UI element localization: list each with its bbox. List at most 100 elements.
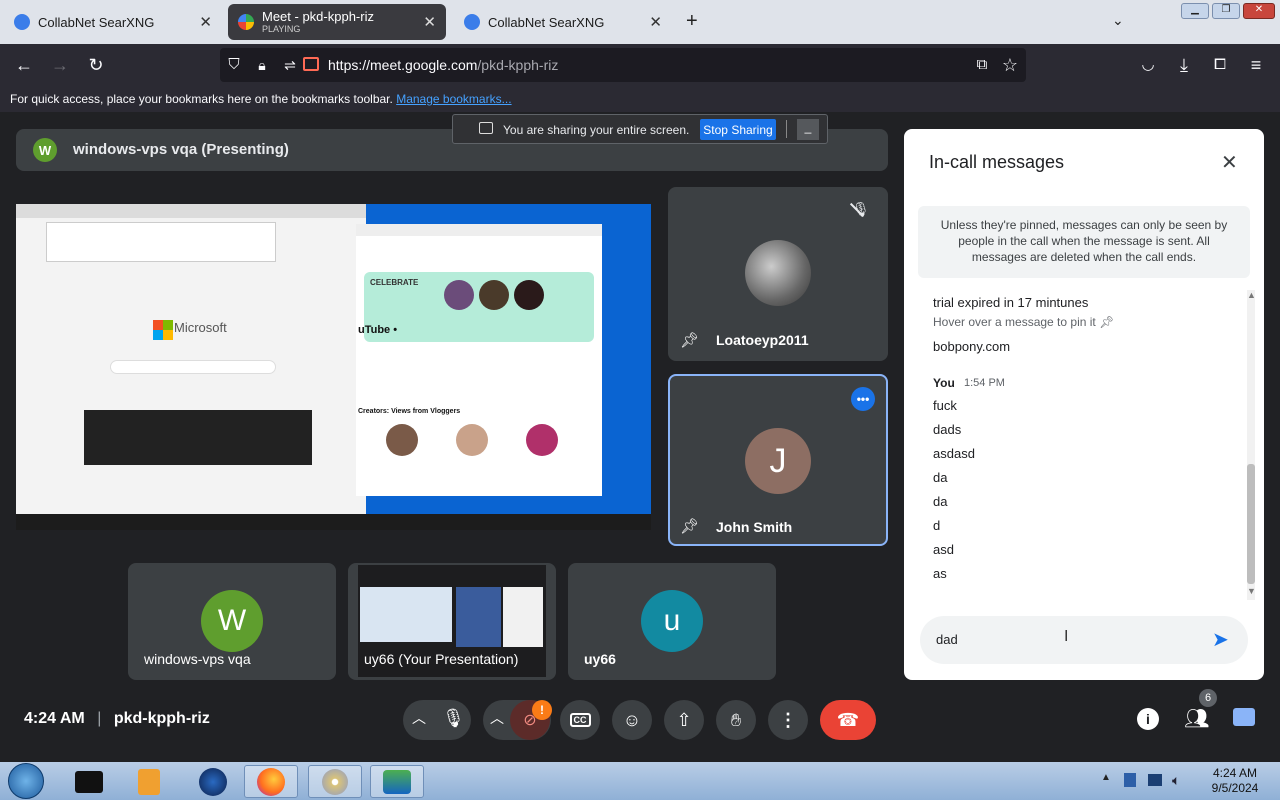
close-tab-icon[interactable]: ✕ <box>199 13 212 31</box>
participant-avatar: u <box>641 590 703 652</box>
taskbar-app-globe-icon[interactable] <box>186 765 240 798</box>
clock-time: 4:24 AM <box>1212 766 1258 780</box>
chat-title: In-call messages <box>929 152 1065 172</box>
taskbar-app-firefox-icon[interactable] <box>244 765 298 798</box>
participant-tile[interactable]: W windows-vps vqa <box>128 563 336 680</box>
share-screen-icon <box>479 122 493 134</box>
chat-message: trial expired in 17 mintunes <box>933 295 1089 310</box>
chat-message: asdasd <box>933 446 975 461</box>
taskbar-app-disc-icon[interactable] <box>308 765 362 798</box>
tab-title: CollabNet SearXNG <box>38 14 155 30</box>
pin-hint: Hover over a message to pin it 📌︎ <box>933 315 1114 329</box>
meet-favicon-icon <box>238 14 254 30</box>
picture-in-picture-icon[interactable]: ⧉ <box>972 55 992 75</box>
chat-message: d <box>933 518 941 533</box>
shared-dropdown <box>46 222 276 262</box>
captions-icon[interactable]: CC <box>560 700 600 740</box>
shared-search-box <box>110 360 276 374</box>
present-screen-icon[interactable]: ⇧ <box>664 700 704 740</box>
reload-icon[interactable]: ↻ <box>86 55 106 75</box>
volume-icon[interactable]: 🔈︎ <box>1172 772 1180 789</box>
yt-creator-avatar <box>514 280 544 310</box>
pin-icon[interactable]: 📌︎ <box>1099 315 1114 329</box>
pin-icon[interactable]: 📌︎ <box>680 331 699 349</box>
pin-icon[interactable]: 📌︎ <box>680 517 699 535</box>
close-tab-icon[interactable]: ✕ <box>423 13 436 31</box>
video-options-chevron-icon[interactable]: ︿ <box>490 708 504 728</box>
shared-browser-window: Microsoft <box>16 204 366 514</box>
more-options-icon[interactable]: ⋮ <box>768 700 808 740</box>
start-button-icon[interactable] <box>8 763 44 799</box>
people-icon[interactable]: 👥︎ <box>1184 706 1209 731</box>
bookmarks-toolbar: For quick access, place your bookmarks h… <box>0 86 1280 112</box>
tray-icon[interactable] <box>1124 773 1136 787</box>
extensions-icon[interactable]: ⧠ <box>1210 55 1230 75</box>
yt-creator-avatar <box>444 280 474 310</box>
microsoft-label: Microsoft <box>174 320 227 335</box>
pin-hint-text: Hover over a message to pin it <box>933 315 1096 329</box>
end-call-icon[interactable]: ☎︎ <box>820 700 876 740</box>
thumb-window <box>456 587 501 647</box>
yt-video-avatar <box>526 424 558 456</box>
chat-input[interactable]: dad I ➤ <box>920 616 1248 664</box>
tab-searxng-2[interactable]: CollabNet SearXNG ✕ <box>454 4 672 40</box>
stop-sharing-button[interactable]: Stop Sharing <box>700 119 776 140</box>
taskbar-app-terminal-icon[interactable] <box>62 765 116 798</box>
participant-tile[interactable]: 🎙︎ 📌︎ Loatoeyp2011 <box>668 187 888 361</box>
system-clock[interactable]: 4:24 AM 9/5/2024 <box>1200 766 1270 796</box>
participant-name: Loatoeyp2011 <box>716 332 809 348</box>
permissions-icon[interactable]: ⇌ <box>280 55 300 75</box>
restore-window-icon[interactable]: ❐ <box>1212 3 1240 19</box>
tracking-shield-icon[interactable]: ⛉ <box>224 55 244 75</box>
list-tabs-chevron-icon[interactable]: ⌄ <box>1112 12 1124 29</box>
emoji-reactions-icon[interactable]: ☺ <box>612 700 652 740</box>
hide-notification-button[interactable]: _ <box>797 119 819 140</box>
forward-icon[interactable]: → <box>50 55 70 75</box>
presenter-avatar: W <box>33 138 57 162</box>
menu-hamburger-icon[interactable]: ≡ <box>1246 55 1266 75</box>
tray-display-icon[interactable] <box>1148 774 1162 786</box>
microphone-icon[interactable]: 🎙︎ <box>442 708 465 729</box>
close-window-icon[interactable]: ✕ <box>1243 3 1275 19</box>
chat-icon[interactable] <box>1233 708 1255 726</box>
chat-message: da <box>933 470 948 485</box>
url-text[interactable]: https://meet.google.com/pkd-kpph-riz <box>328 57 558 73</box>
manage-bookmarks-link[interactable]: Manage bookmarks... <box>396 92 511 106</box>
participant-tile-active[interactable]: ••• J 📌︎ John Smith <box>668 374 888 546</box>
creators-heading: Creators: Views from Vloggers <box>358 408 461 415</box>
url-path: /pkd-kpph-riz <box>477 57 559 73</box>
scroll-down-icon[interactable]: ▼ <box>1247 586 1256 596</box>
yt-creator-avatar <box>479 280 509 310</box>
participant-avatar: J <box>745 428 811 494</box>
meeting-details-icon[interactable]: i <box>1137 708 1159 730</box>
lock-icon[interactable]: 🔒︎ <box>252 55 272 75</box>
minimize-window-icon[interactable]: ▁ <box>1181 3 1209 19</box>
scroll-up-icon[interactable]: ▲ <box>1247 290 1256 300</box>
tab-meet[interactable]: Meet - pkd-kpph-riz PLAYING ✕ <box>228 4 446 40</box>
more-options-icon[interactable]: ••• <box>851 387 875 411</box>
taskbar-app-media-player-icon[interactable] <box>122 765 176 798</box>
close-tab-icon[interactable]: ✕ <box>649 13 662 31</box>
close-chat-icon[interactable]: ✕ <box>1221 150 1238 175</box>
meeting-info: 4:24 AM | pkd-kpph-riz <box>24 710 210 727</box>
screen-share-indicator-icon[interactable] <box>303 57 319 71</box>
taskbar-app-network-icon[interactable] <box>370 765 424 798</box>
tab-searxng-1[interactable]: CollabNet SearXNG ✕ <box>4 4 222 40</box>
participant-tile[interactable]: u uy66 <box>568 563 776 680</box>
show-hidden-icons-icon[interactable]: ▲ <box>1101 772 1111 783</box>
bookmark-star-icon[interactable]: ☆ <box>1000 55 1020 75</box>
searxng-favicon-icon <box>464 14 480 30</box>
send-icon[interactable]: ➤ <box>1212 627 1229 652</box>
participant-name: uy66 (Your Presentation) <box>364 651 519 667</box>
pocket-icon[interactable]: ◡ <box>1138 55 1158 75</box>
back-icon[interactable]: ← <box>14 55 34 75</box>
audio-options-chevron-icon[interactable]: ︿ <box>412 708 426 728</box>
chat-scrollbar-thumb[interactable] <box>1247 464 1255 584</box>
yt-video-avatar <box>386 424 418 456</box>
new-tab-icon[interactable]: + <box>686 10 698 33</box>
raise-hand-icon[interactable]: ✋︎ <box>716 700 756 740</box>
downloads-icon[interactable]: ⤓ <box>1174 55 1194 75</box>
meeting-code: pkd-kpph-riz <box>113 710 210 727</box>
self-presentation-tile[interactable]: uy66 (Your Presentation) <box>348 563 556 680</box>
shared-window-titlebar <box>16 204 366 218</box>
